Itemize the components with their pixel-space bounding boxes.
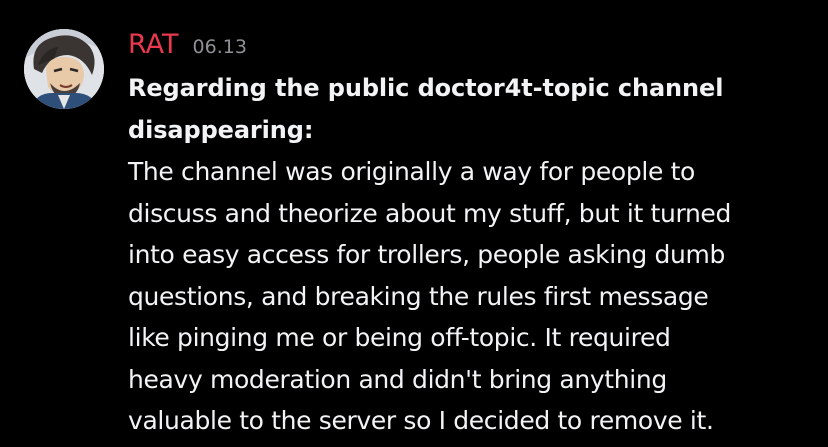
body-line: discuss and theorize about my stuff, but… <box>128 198 731 228</box>
username[interactable]: RAT <box>128 26 179 64</box>
body-line: like pinging me or being off-topic. It r… <box>128 323 671 352</box>
body-line: heavy moderation and didn't bring anythi… <box>128 364 667 394</box>
message-header: RAT 06.13 <box>128 26 247 66</box>
chat-message: RAT 06.13 Regarding the public doctor4t-… <box>0 0 828 447</box>
body-line: questions, and breaking the rules first … <box>128 281 709 311</box>
user-avatar[interactable] <box>24 29 104 109</box>
heading-line: Regarding the public doctor4t-topic chan… <box>128 74 724 102</box>
body-line: into easy access for trollers, people as… <box>128 240 726 269</box>
heading-line: disappearing: <box>128 115 314 144</box>
body-line: valuable to the server so I decided to r… <box>128 406 714 435</box>
avatar-illustration-icon <box>24 29 104 109</box>
message-content: Regarding the public doctor4t-topic chan… <box>128 68 818 442</box>
body-line: The channel was originally a way for peo… <box>128 157 695 186</box>
timestamp: 06.13 <box>192 36 247 58</box>
